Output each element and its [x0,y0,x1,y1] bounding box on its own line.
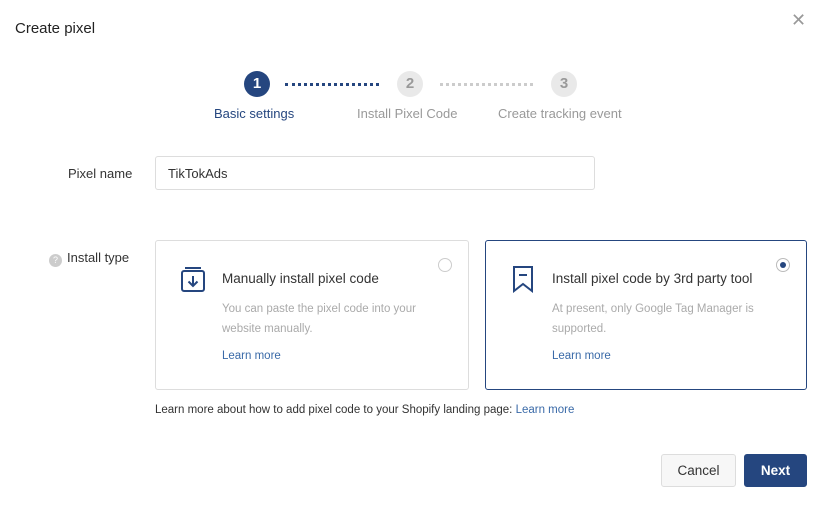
close-icon[interactable]: ✕ [791,10,806,31]
step-1-indicator: 1 [244,71,270,97]
bookmark-icon [513,266,533,293]
cancel-button[interactable]: Cancel [661,454,736,487]
note-text: Learn more about how to add pixel code t… [155,404,516,416]
step-3-indicator: 3 [551,71,577,97]
step-2-label: Install Pixel Code [357,106,458,121]
install-type-label: ? Install type [49,250,129,267]
next-button[interactable]: Next [744,454,807,487]
option-title: Manually install pixel code [222,271,379,286]
learn-more-link[interactable]: Learn more [222,350,281,362]
step-2-indicator: 2 [397,71,423,97]
option-title: Install pixel code by 3rd party tool [552,271,753,286]
radio-manual[interactable] [438,258,452,272]
option-manual-install[interactable]: Manually install pixel code You can past… [155,240,469,390]
help-icon[interactable]: ? [49,254,62,267]
note-learn-more-link[interactable]: Learn more [516,404,575,416]
dialog-title: Create pixel [15,20,96,37]
pixel-name-input[interactable] [155,156,595,190]
step-connector [285,83,379,86]
install-type-text: Install type [67,250,130,265]
step-1-label: Basic settings [214,106,295,121]
option-third-party[interactable]: Install pixel code by 3rd party tool At … [485,240,807,390]
option-description: You can paste the pixel code into your w… [222,303,416,335]
help-note: Learn more about how to add pixel code t… [155,404,574,416]
learn-more-link[interactable]: Learn more [552,350,611,362]
pixel-name-label: Pixel name [68,166,133,181]
step-connector [440,83,533,86]
step-3-label: Create tracking event [498,106,622,121]
option-description: At present, only Google Tag Manager is s… [552,303,754,335]
download-box-icon [181,267,205,292]
radio-third-party[interactable] [776,258,790,272]
